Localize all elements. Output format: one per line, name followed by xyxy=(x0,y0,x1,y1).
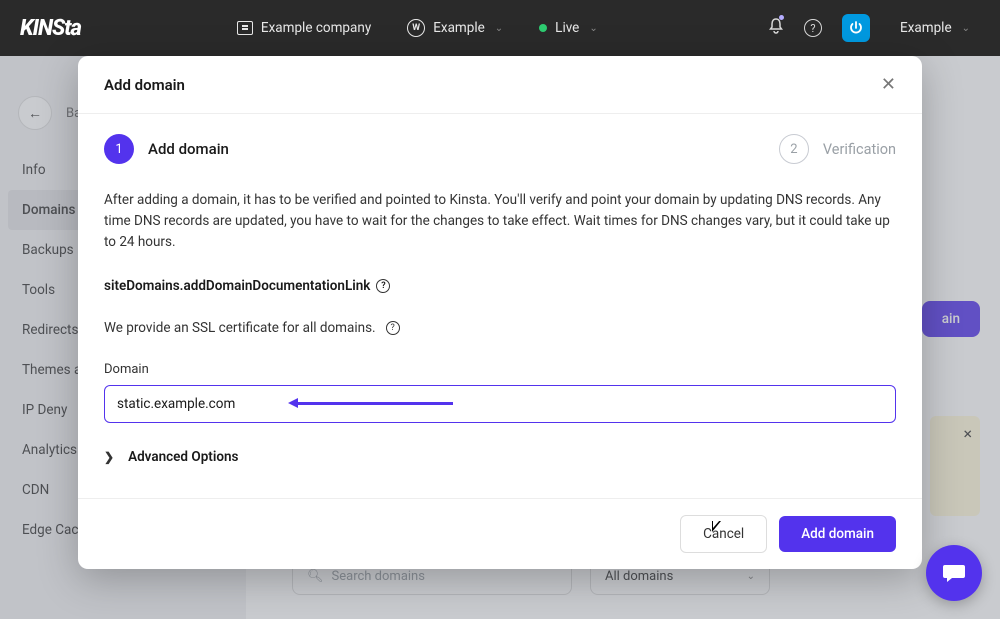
step-1-circle: 1 xyxy=(104,134,134,164)
chevron-right-icon: ❯ xyxy=(104,450,114,464)
domain-input[interactable] xyxy=(104,385,896,423)
help-icon: ? xyxy=(376,279,390,293)
env-switcher[interactable]: Live ⌄ xyxy=(529,14,608,42)
chat-launcher-button[interactable] xyxy=(926,545,982,601)
step-2-circle: 2 xyxy=(779,134,809,164)
site-switcher[interactable]: W Example ⌄ xyxy=(397,13,513,43)
modal-close-button[interactable]: ✕ xyxy=(881,74,896,95)
power-icon xyxy=(849,21,863,35)
help-button[interactable]: ? xyxy=(804,19,822,37)
logo: KINSta xyxy=(20,16,81,41)
step-1-label: Add domain xyxy=(148,140,229,158)
chevron-down-icon: ⌄ xyxy=(589,23,597,34)
step-2-label: Verification xyxy=(823,141,896,158)
step-2: 2 Verification xyxy=(779,134,896,164)
advanced-label: Advanced Options xyxy=(128,449,238,465)
site-label: Example xyxy=(433,20,485,36)
status-dot-icon xyxy=(539,24,547,32)
steps-row: 1 Add domain 2 Verification xyxy=(104,134,896,164)
app-launcher-button[interactable] xyxy=(842,14,870,42)
user-menu[interactable]: Example ⌄ xyxy=(890,14,980,42)
close-icon: ✕ xyxy=(881,74,896,95)
help-icon[interactable]: ? xyxy=(386,321,400,335)
chevron-down-icon: ⌄ xyxy=(495,23,503,34)
notifications-button[interactable] xyxy=(768,17,784,39)
top-bar: KINSta Example company W Example ⌄ Live … xyxy=(0,0,1000,56)
topbar-right: ? Example ⌄ xyxy=(768,14,980,42)
chat-icon xyxy=(940,559,968,587)
doc-link-label: siteDomains.addDomainDocumentationLink xyxy=(104,278,370,294)
add-domain-submit-button[interactable]: Add domain xyxy=(779,516,896,552)
user-label: Example xyxy=(900,20,952,36)
ssl-text: We provide an SSL certificate for all do… xyxy=(104,320,376,336)
wordpress-icon: W xyxy=(407,19,425,37)
building-icon xyxy=(237,21,253,35)
cancel-button[interactable]: Cancel xyxy=(680,515,767,553)
chevron-down-icon: ⌄ xyxy=(962,23,970,34)
company-switcher[interactable]: Example company xyxy=(227,14,381,42)
domain-field-label: Domain xyxy=(104,362,896,377)
modal-description: After adding a domain, it has to be veri… xyxy=(104,190,896,253)
modal-title: Add domain xyxy=(104,76,185,94)
modal-footer: Cancel Add domain xyxy=(78,498,922,569)
advanced-options-toggle[interactable]: ❯ Advanced Options xyxy=(104,449,896,465)
documentation-link[interactable]: siteDomains.addDomainDocumentationLink ? xyxy=(104,278,390,294)
modal-body: 1 Add domain 2 Verification After adding… xyxy=(78,114,922,498)
modal-header: Add domain ✕ xyxy=(78,56,922,114)
env-label: Live xyxy=(555,20,579,36)
ssl-info: We provide an SSL certificate for all do… xyxy=(104,320,896,336)
step-1: 1 Add domain xyxy=(104,134,229,164)
add-domain-modal: Add domain ✕ 1 Add domain 2 Verification… xyxy=(78,56,922,569)
notification-badge xyxy=(779,15,784,20)
company-label: Example company xyxy=(261,20,371,36)
